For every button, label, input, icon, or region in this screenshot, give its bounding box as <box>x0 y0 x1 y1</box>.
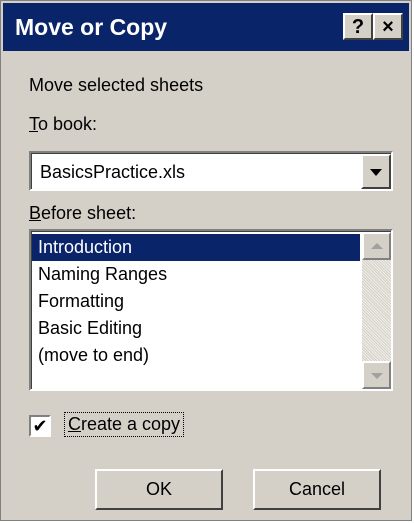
before-sheet-label-accelerator: B <box>29 203 42 223</box>
vertical-scrollbar[interactable] <box>362 232 391 389</box>
to-book-dropdown[interactable]: BasicsPractice.xls <box>29 151 393 191</box>
to-book-dropdown-frame: BasicsPractice.xls <box>31 153 391 189</box>
list-item[interactable]: Introduction <box>32 234 360 261</box>
create-copy-label-accelerator: C <box>68 414 81 434</box>
close-icon: × <box>382 15 394 38</box>
to-book-label: To book: <box>29 114 97 135</box>
to-book-value: BasicsPractice.xls <box>40 162 186 182</box>
create-copy-label-text: reate a copy <box>81 414 181 434</box>
to-book-dropdown-button[interactable] <box>361 154 391 189</box>
chevron-down-icon <box>370 169 382 176</box>
create-copy-label[interactable]: Create a copy <box>63 412 185 437</box>
list-item[interactable]: Basic Editing <box>32 315 360 342</box>
scroll-down-arrow-icon <box>371 373 383 379</box>
before-sheet-listbox[interactable]: Introduction Naming Ranges Formatting Ba… <box>29 229 393 391</box>
cancel-button[interactable]: Cancel <box>253 469 381 510</box>
scroll-up-button[interactable] <box>362 232 391 260</box>
list-item[interactable]: Formatting <box>32 288 360 315</box>
checkmark-icon: ✔ <box>32 416 48 436</box>
before-sheet-listbox-frame: Introduction Naming Ranges Formatting Ba… <box>31 231 391 389</box>
create-copy-checkbox[interactable]: ✔ <box>29 415 51 437</box>
help-button[interactable]: ? <box>343 13 373 40</box>
instruction-text: Move selected sheets <box>29 75 204 95</box>
scroll-down-button[interactable] <box>362 361 391 389</box>
scroll-up-arrow-icon <box>371 243 383 249</box>
title-bar[interactable]: Move or Copy ? × <box>3 3 409 51</box>
list-item[interactable]: (move to end) <box>32 342 360 369</box>
help-icon: ? <box>351 15 365 38</box>
dialog-title: Move or Copy <box>15 14 168 40</box>
to-book-label-accelerator: T <box>29 114 38 134</box>
before-sheet-label: Before sheet: <box>29 203 136 224</box>
before-sheet-label-text: efore sheet: <box>41 203 137 223</box>
close-button[interactable]: × <box>373 13 403 40</box>
move-or-copy-dialog: Move or Copy ? × Move selected sheets To… <box>0 0 412 521</box>
before-sheet-list: Introduction Naming Ranges Formatting Ba… <box>32 234 360 369</box>
to-book-label-text: o book: <box>38 114 98 134</box>
list-item[interactable]: Naming Ranges <box>32 261 360 288</box>
ok-button[interactable]: OK <box>95 469 223 510</box>
